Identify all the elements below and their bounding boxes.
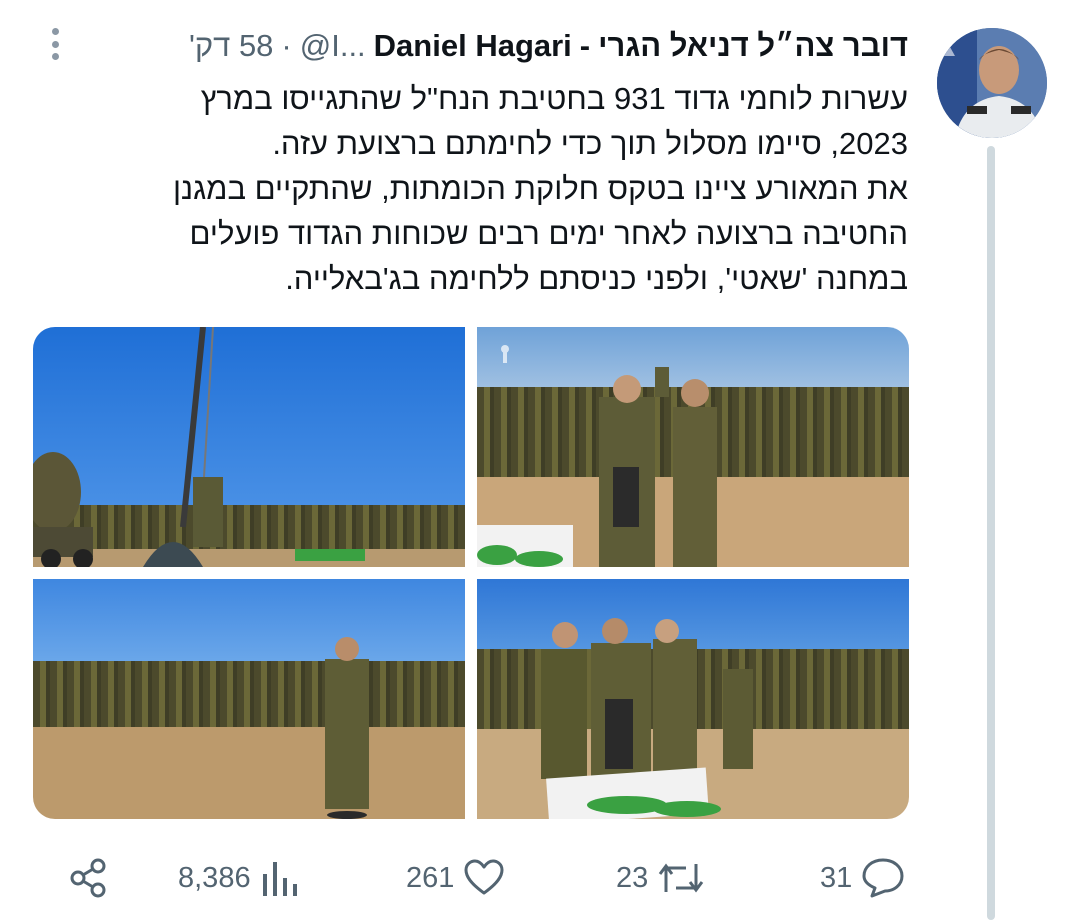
author-name-english[interactable]: Daniel Hagari	[374, 28, 572, 64]
author-handle[interactable]: @I...	[300, 28, 366, 64]
retweet-button[interactable]: 23	[616, 850, 706, 906]
bar-chart-icon	[262, 862, 297, 896]
tweet-photo-3[interactable]	[33, 579, 465, 819]
tweet-paragraph: את המאורע ציינו בטקס חלוקת הכומתות, שהתק…	[172, 171, 908, 296]
tweet-header: דובר צה״ל דניאל הגרי - Daniel Hagari @I.…	[189, 26, 908, 66]
retweets-count: 23	[616, 861, 649, 894]
likes-count: 261	[406, 861, 455, 894]
replies-count: 31	[820, 861, 853, 894]
photo-1-details	[33, 327, 365, 567]
thread-line	[987, 146, 995, 920]
like-button[interactable]: 261	[406, 850, 506, 906]
share-icon	[70, 858, 106, 898]
reply-icon	[862, 858, 904, 898]
reply-button[interactable]: 31	[820, 850, 906, 906]
heart-icon	[464, 859, 504, 895]
tweet-paragraph: עשרות לוחמי גדוד 931 בחטיבת הנח"ל שהתגיי…	[200, 81, 908, 161]
tweet-timestamp[interactable]: 58 דק'	[189, 28, 273, 64]
author-name-separator: -	[579, 28, 591, 63]
more-vertical-icon[interactable]	[44, 24, 66, 64]
photo-3-details	[325, 637, 369, 819]
tweet-photo-4[interactable]	[477, 579, 909, 819]
author-name-hebrew[interactable]: דובר צה״ל דניאל הגרי	[598, 28, 908, 64]
photo-4-details	[541, 618, 753, 819]
tweet-actions: 8,386 261 23 31	[0, 850, 930, 906]
tweet-photo-1[interactable]	[33, 327, 465, 567]
retweet-icon	[659, 863, 704, 893]
avatar[interactable]	[937, 28, 1047, 138]
views-count: 8,386	[178, 861, 251, 894]
tweet-photo-2[interactable]	[477, 327, 909, 567]
header-separator: ·	[281, 28, 292, 63]
media-grid	[33, 327, 909, 819]
avatar-photo	[937, 28, 1047, 138]
share-button[interactable]	[64, 850, 112, 906]
tweet-text: עשרות לוחמי גדוד 931 בחטיבת הנח"ל שהתגיי…	[128, 76, 908, 301]
photo-2-details	[477, 345, 717, 567]
views-button[interactable]: 8,386	[178, 850, 301, 906]
